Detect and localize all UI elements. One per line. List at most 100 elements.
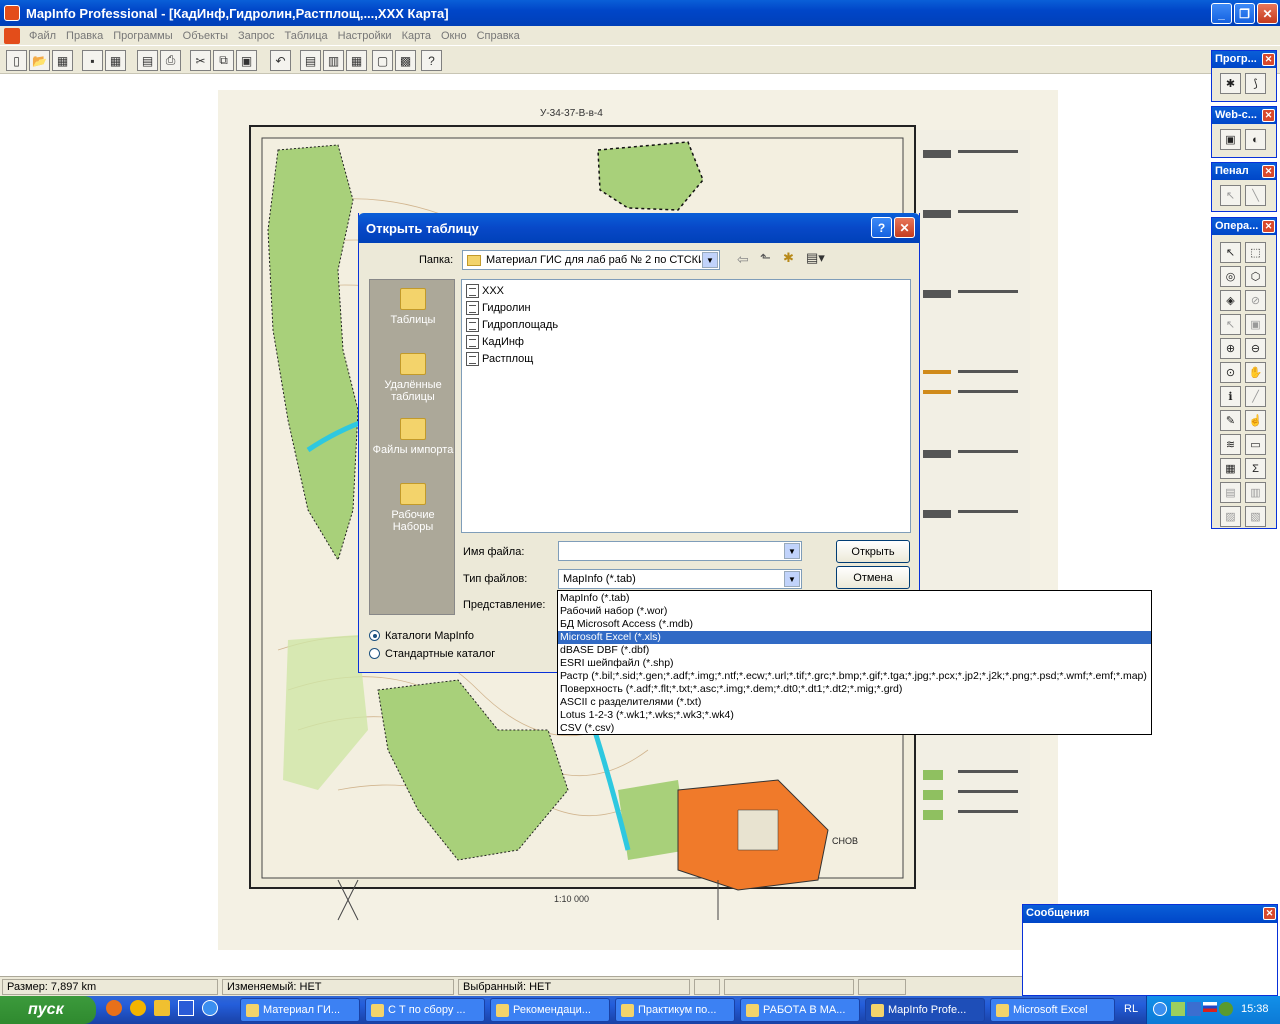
print-icon[interactable]: ⎙ <box>160 50 181 71</box>
status-selected[interactable]: Выбранный: НЕТ <box>458 979 690 995</box>
marquee-select-icon[interactable]: ⬚ <box>1245 242 1266 263</box>
drag-map-icon[interactable]: ☝ <box>1245 410 1266 431</box>
outlook-icon[interactable] <box>154 1000 170 1016</box>
web-map-icon[interactable]: ◐ <box>1245 129 1266 150</box>
filetype-select[interactable]: MapInfo (*.tab) ▼ <box>558 569 802 589</box>
grabber-hand-icon[interactable]: ✋ <box>1245 362 1266 383</box>
statistics-icon[interactable]: Σ <box>1245 458 1266 479</box>
menu-query[interactable]: Запрос <box>233 30 279 42</box>
place-import-files[interactable]: Файлы импорта <box>370 418 456 456</box>
list-item[interactable]: КадИнф <box>466 335 524 349</box>
new-icon[interactable]: ▯ <box>6 50 27 71</box>
dropdown-option[interactable]: ESRI шейпфайл (*.shp) <box>558 657 1151 670</box>
filetype-dropdown-list[interactable]: MapInfo (*.tab) Рабочий набор (*.wor) БД… <box>557 590 1152 735</box>
taskbar-item[interactable]: РАБОТА В МА... <box>740 998 860 1022</box>
dropdown-option[interactable]: CSV (*.csv) <box>558 722 1151 735</box>
dropdown-option-selected[interactable]: Microsoft Excel (*.xls) <box>558 631 1151 644</box>
tray-app-icon[interactable] <box>1171 1002 1185 1016</box>
menu-edit[interactable]: Правка <box>61 30 108 42</box>
print-preview-icon[interactable]: ▤ <box>137 50 158 71</box>
copy-icon[interactable]: ⧉ <box>213 50 234 71</box>
start-button[interactable]: пуск <box>0 996 96 1024</box>
firefox-icon[interactable] <box>106 1000 122 1016</box>
taskbar-item[interactable]: Microsoft Excel <box>990 998 1115 1022</box>
graph-select-icon[interactable]: ↖ <box>1220 314 1241 335</box>
boundary-select-icon[interactable]: ◈ <box>1220 290 1241 311</box>
menu-file[interactable]: Файл <box>24 30 61 42</box>
status-size[interactable]: Размер: 7,897 km <box>2 979 218 995</box>
new-browser-icon[interactable]: ▤ <box>300 50 321 71</box>
place-remote-tables[interactable]: Удалённые таблицы <box>370 353 456 403</box>
dropdown-option[interactable]: Растр (*.bil;*.sid;*.gen;*.adf;*.img;*.n… <box>558 670 1151 683</box>
menu-map[interactable]: Карта <box>397 30 436 42</box>
minimize-button[interactable]: _ <box>1211 3 1232 24</box>
legend-icon[interactable]: ▦ <box>1220 458 1241 479</box>
info-tool-icon[interactable]: ℹ <box>1220 386 1241 407</box>
place-workspaces[interactable]: Рабочие Наборы <box>370 483 456 533</box>
radio-standard-catalogs[interactable] <box>369 648 380 659</box>
line-tool-icon[interactable]: ╲ <box>1245 185 1266 206</box>
close-icon[interactable]: ✕ <box>1262 165 1275 178</box>
menu-window[interactable]: Окно <box>436 30 472 42</box>
dropdown-option[interactable]: ASCII с разделителями (*.txt) <box>558 696 1151 709</box>
filename-field[interactable]: ▼ <box>558 541 802 561</box>
quick-launch-icon[interactable] <box>130 1000 146 1016</box>
taskbar-item[interactable]: Практикум по... <box>615 998 735 1022</box>
clear-clip-icon[interactable]: ▧ <box>1245 506 1266 527</box>
save-icon[interactable]: ▪ <box>82 50 103 71</box>
place-tables[interactable]: Таблицы <box>370 288 456 326</box>
open-button[interactable]: Открыть <box>836 540 910 563</box>
status-editable[interactable]: Изменяемый: НЕТ <box>222 979 454 995</box>
back-icon[interactable]: ⇦ <box>737 251 749 268</box>
hotlink-icon[interactable]: ╱ <box>1245 386 1266 407</box>
clip-region-icon[interactable]: ▥ <box>1245 482 1266 503</box>
undo-icon[interactable]: ↶ <box>270 50 291 71</box>
web-services-icon[interactable]: ▣ <box>1220 129 1241 150</box>
dropdown-option[interactable]: Lotus 1-2-3 (*.wk1;*.wks;*.wk3;*.wk4) <box>558 709 1151 722</box>
setup-icon[interactable]: ▤ <box>1220 482 1241 503</box>
chevron-down-icon[interactable]: ▼ <box>702 252 718 268</box>
close-icon[interactable]: ✕ <box>1263 907 1276 920</box>
dropdown-option[interactable]: dBASE DBF (*.dbf) <box>558 644 1151 657</box>
menu-settings[interactable]: Настройки <box>333 30 397 42</box>
ie-icon[interactable] <box>202 1000 218 1016</box>
restore-button[interactable]: ❐ <box>1234 3 1255 24</box>
list-item[interactable]: Растплощ <box>466 352 533 366</box>
menu-table[interactable]: Таблица <box>279 30 332 42</box>
new-folder-icon[interactable]: ✱ <box>783 250 794 266</box>
tray-flag-icon[interactable] <box>1203 1002 1217 1012</box>
taskbar-item[interactable]: С Т по сбору ... <box>365 998 485 1022</box>
folder-select[interactable]: Материал ГИС для лаб раб № 2 по СТСКИ ▼ <box>462 250 720 270</box>
taskbar-item[interactable]: Рекомендаци... <box>490 998 610 1022</box>
chevron-down-icon[interactable]: ▼ <box>784 543 800 559</box>
select-arrow-icon[interactable]: ↖ <box>1220 242 1241 263</box>
close-icon[interactable]: ✕ <box>1262 53 1275 66</box>
tool-manager-icon[interactable]: ⟆ <box>1245 73 1266 94</box>
close-icon[interactable]: ✕ <box>1262 220 1275 233</box>
list-item[interactable]: XXX <box>466 284 504 298</box>
dropdown-option[interactable]: Поверхность (*.adf;*.flt;*.txt;*.asc;*.i… <box>558 683 1151 696</box>
paste-icon[interactable]: ▣ <box>236 50 257 71</box>
list-item[interactable]: Гидроплощадь <box>466 318 558 332</box>
new-graph-icon[interactable]: ▦ <box>346 50 367 71</box>
radio-mapinfo-catalogs[interactable] <box>369 630 380 641</box>
layer-control-icon[interactable]: ≋ <box>1220 434 1241 455</box>
unselect-all-icon[interactable]: ⊘ <box>1245 290 1266 311</box>
dropdown-option[interactable]: Рабочий набор (*.wor) <box>558 605 1151 618</box>
new-layout-icon[interactable]: ▢ <box>372 50 393 71</box>
language-indicator[interactable]: RL <box>1124 1003 1138 1015</box>
new-mapper-icon[interactable]: ▥ <box>323 50 344 71</box>
ruler-icon[interactable]: ▭ <box>1245 434 1266 455</box>
menu-programs[interactable]: Программы <box>108 30 177 42</box>
view-menu-icon[interactable]: ▤▾ <box>806 250 825 266</box>
menu-help[interactable]: Справка <box>472 30 525 42</box>
close-button[interactable]: ✕ <box>1257 3 1278 24</box>
run-program-icon[interactable]: ✱ <box>1220 73 1241 94</box>
file-list[interactable]: XXX Гидролин Гидроплощадь КадИнф Растпло… <box>461 279 911 533</box>
dropdown-option[interactable]: MapInfo (*.tab) <box>558 592 1151 605</box>
dropdown-option[interactable]: БД Microsoft Access (*.mdb) <box>558 618 1151 631</box>
tray-antivirus-icon[interactable] <box>1219 1002 1233 1016</box>
chevron-down-icon[interactable]: ▼ <box>784 571 800 587</box>
zoom-out-icon[interactable]: ⊖ <box>1245 338 1266 359</box>
open-workspace-icon[interactable]: ▦ <box>52 50 73 71</box>
